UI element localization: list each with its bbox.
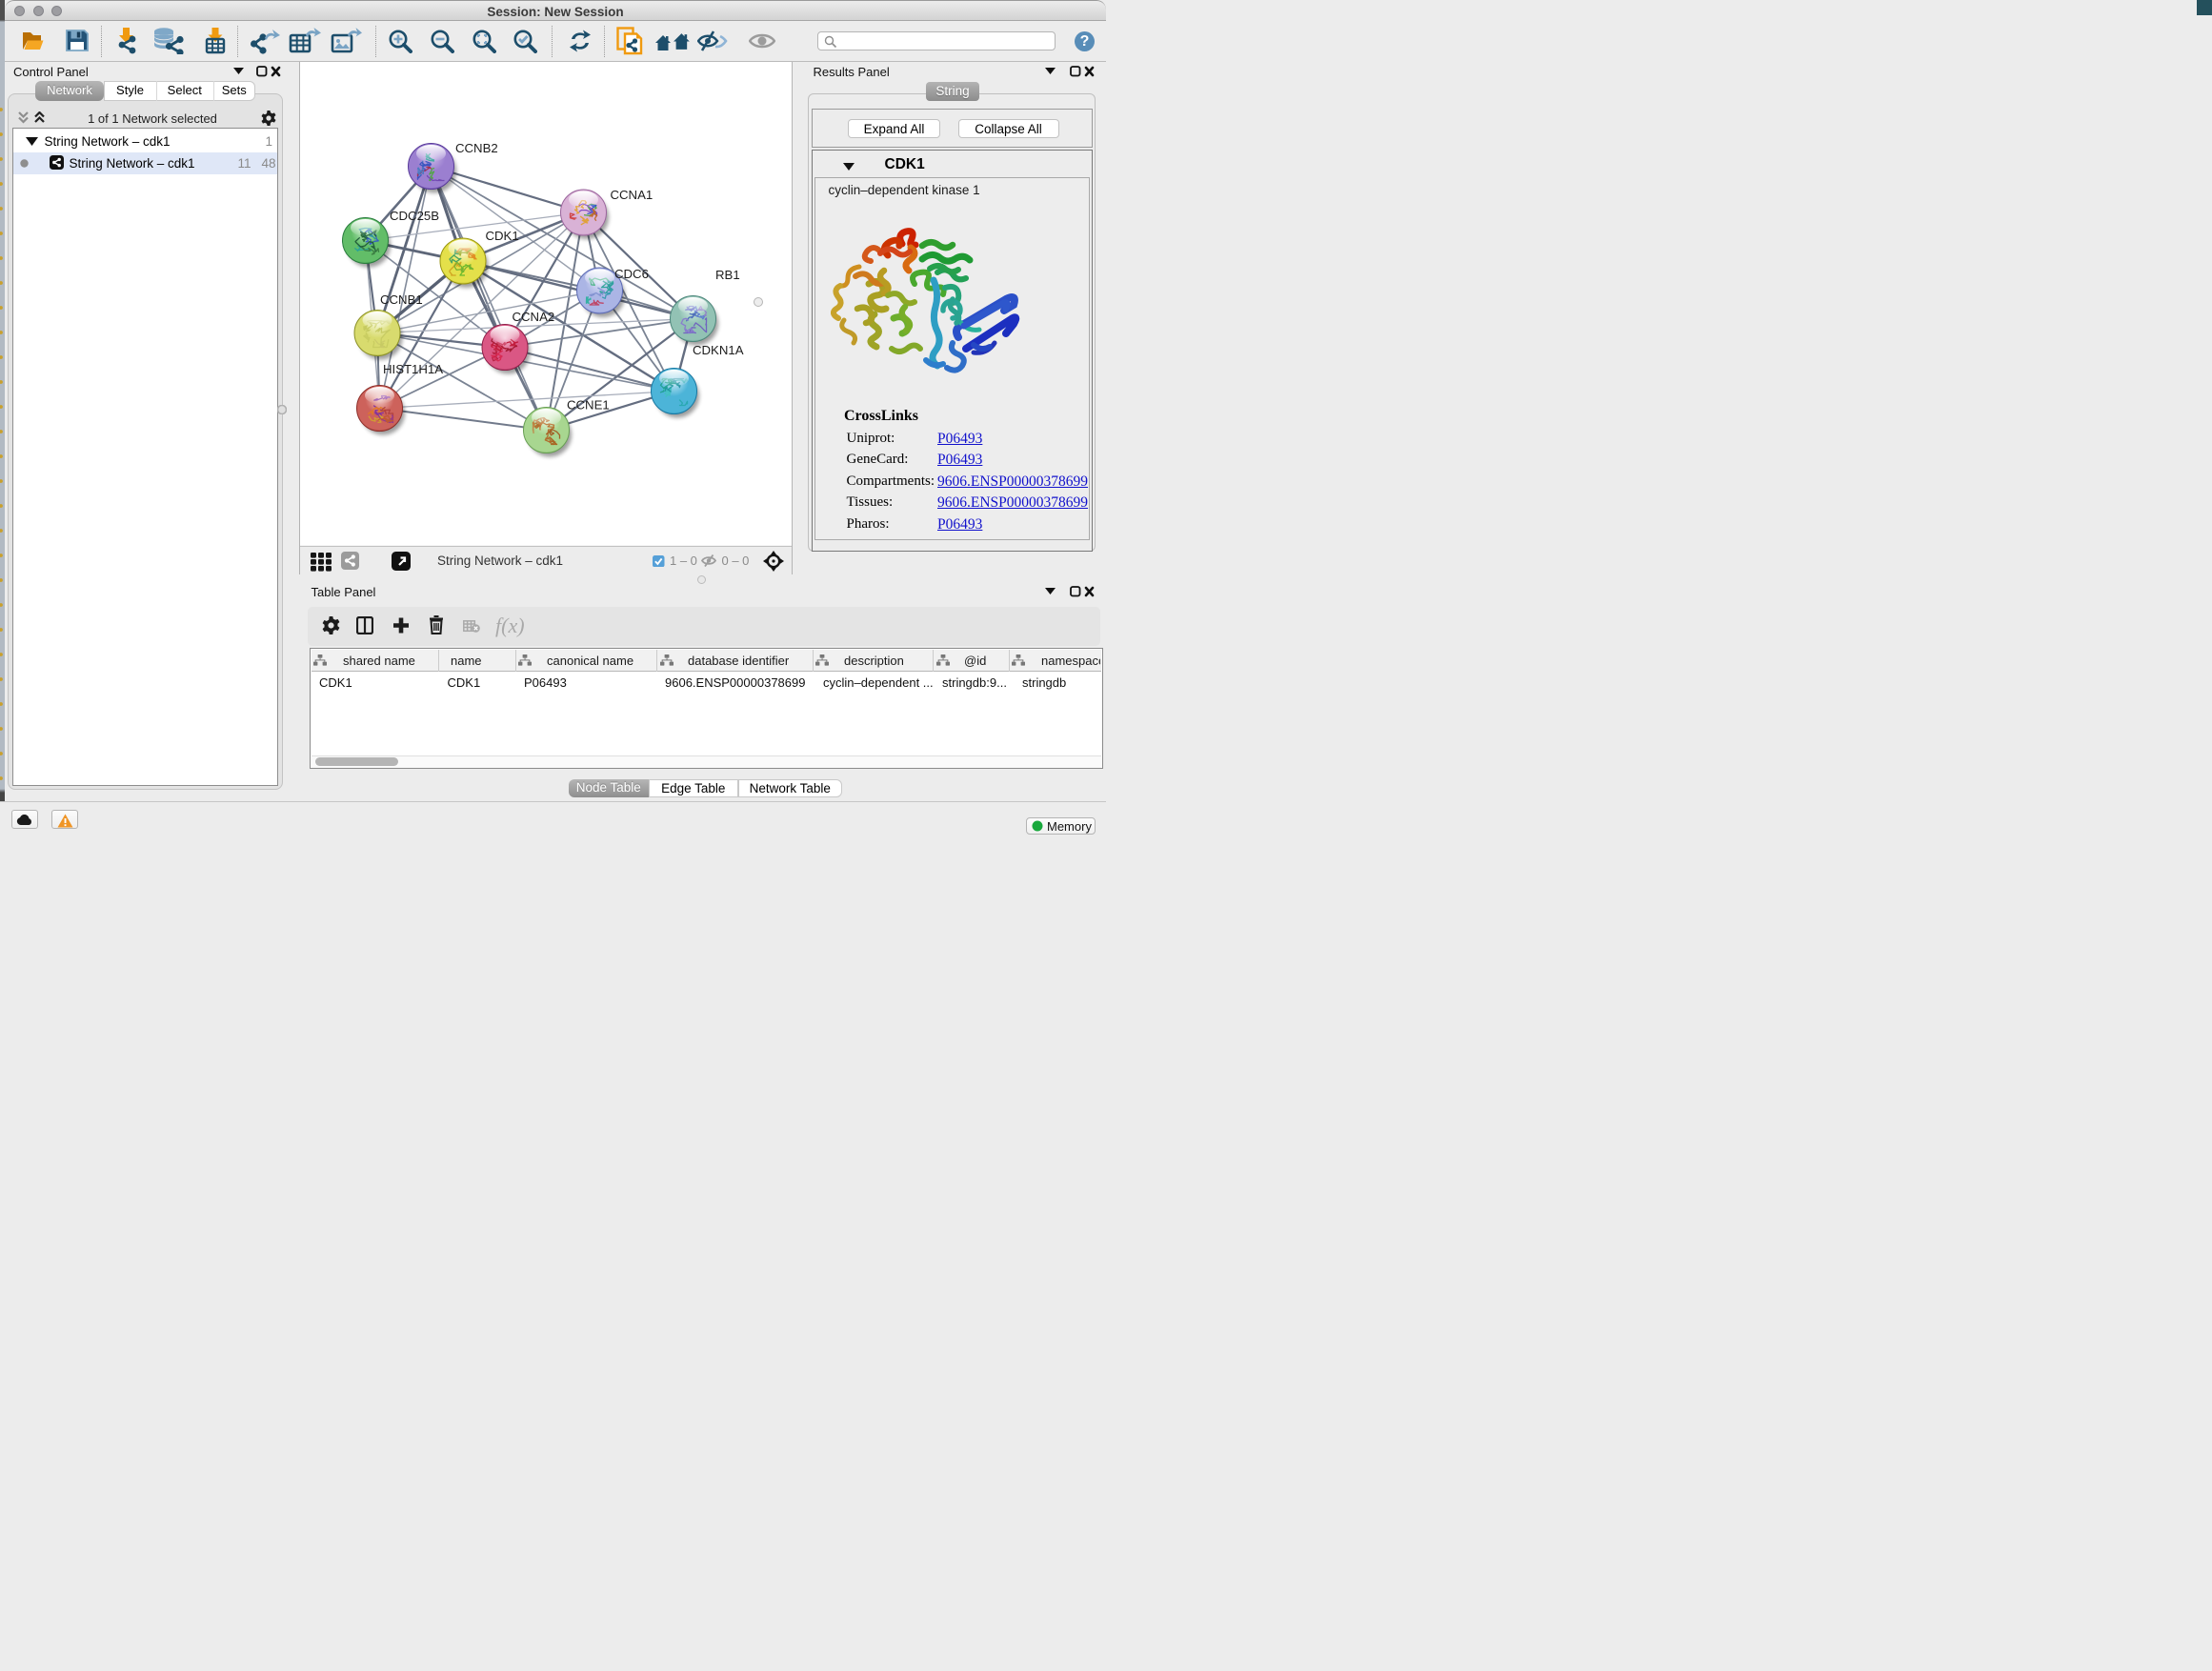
svg-text:CDC25B: CDC25B bbox=[390, 209, 439, 223]
svg-text:HIST1H1A: HIST1H1A bbox=[383, 362, 443, 376]
svg-text:CDKN1A: CDKN1A bbox=[693, 343, 744, 357]
svg-text:CCNB2: CCNB2 bbox=[455, 141, 498, 155]
svg-text:CCNA2: CCNA2 bbox=[512, 310, 554, 324]
svg-text:CCNE1: CCNE1 bbox=[567, 398, 610, 413]
svg-text:CDK1: CDK1 bbox=[485, 229, 518, 243]
svg-text:RB1: RB1 bbox=[715, 268, 740, 282]
svg-text:CCNB1: CCNB1 bbox=[380, 292, 423, 307]
svg-text:CCNA1: CCNA1 bbox=[610, 188, 653, 202]
svg-text:CDC6: CDC6 bbox=[614, 267, 649, 281]
